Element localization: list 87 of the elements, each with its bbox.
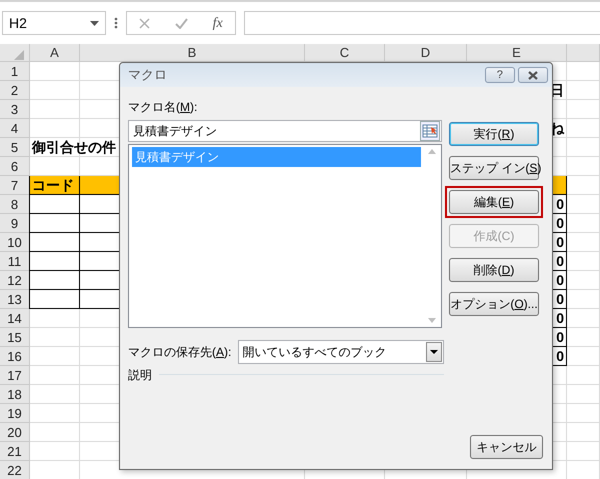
table-cell <box>567 328 600 347</box>
table-cell <box>567 366 600 385</box>
row-header[interactable]: 21 <box>0 442 30 461</box>
row-header[interactable]: 17 <box>0 366 30 385</box>
cell-text: 0 <box>556 309 564 328</box>
close-button[interactable] <box>518 67 548 83</box>
location-select[interactable]: 開いているすべてのブック <box>238 340 444 364</box>
cell-text: 0 <box>556 328 564 347</box>
row-header[interactable]: 13 <box>0 290 30 309</box>
row-header[interactable]: 7 <box>0 176 30 195</box>
row-header[interactable]: 8 <box>0 195 30 214</box>
dropdown-icon[interactable] <box>90 20 99 26</box>
column-header[interactable]: C <box>305 44 385 62</box>
column-header[interactable] <box>567 44 600 62</box>
row-header[interactable]: 10 <box>0 233 30 252</box>
cell-text: 0 <box>556 290 564 309</box>
table-cell <box>567 157 600 176</box>
table-cell <box>567 404 600 423</box>
row-header[interactable]: 2 <box>0 81 30 100</box>
dialog-button[interactable]: 編集(E) <box>449 190 539 214</box>
help-button[interactable]: ? <box>484 67 515 83</box>
function-button[interactable]: fx <box>212 12 223 34</box>
close-icon[interactable] <box>527 70 539 80</box>
table-cell <box>567 271 600 290</box>
row-header[interactable]: 22 <box>0 461 30 479</box>
row-header[interactable]: 1 <box>0 62 30 81</box>
select-all-icon[interactable] <box>14 50 24 60</box>
cell-text: 御引合せの件 <box>32 138 116 157</box>
table-cell <box>567 309 600 328</box>
cell-text: 0 <box>556 233 564 252</box>
column-header[interactable]: A <box>30 44 80 62</box>
row-header[interactable]: 15 <box>0 328 30 347</box>
section-label: 説明 <box>128 366 152 384</box>
row-header[interactable]: 20 <box>0 423 30 442</box>
table-cell <box>567 176 600 195</box>
table-cell <box>567 138 600 157</box>
table-cell <box>567 100 600 119</box>
check-icon[interactable] <box>174 18 188 28</box>
column-header[interactable]: E <box>467 44 567 62</box>
table-cell <box>567 62 600 81</box>
row-header[interactable]: 18 <box>0 385 30 404</box>
table-cell <box>567 442 600 461</box>
table-cell <box>567 347 600 366</box>
table-cell <box>567 423 600 442</box>
table-cell <box>567 233 600 252</box>
table-cell <box>567 290 600 309</box>
row-header[interactable]: 6 <box>0 157 30 176</box>
row-header[interactable]: 19 <box>0 404 30 423</box>
row-header[interactable]: 5 <box>0 138 30 157</box>
dialog-button[interactable]: オプション(O)... <box>449 292 539 316</box>
field-label: マクロの保存先(A): <box>128 344 232 360</box>
collapse-dialog-button[interactable] <box>420 120 440 140</box>
field-label: マクロ名(M): <box>128 99 198 116</box>
scroll-up-icon[interactable] <box>428 148 436 154</box>
dialog-button[interactable]: 削除(D) <box>449 258 539 282</box>
more-icon[interactable] <box>114 17 118 29</box>
column-header[interactable]: D <box>385 44 467 62</box>
formula-field[interactable] <box>244 11 600 35</box>
cell-text: 0 <box>556 252 564 271</box>
name-box[interactable]: H2 <box>2 11 106 35</box>
cell-text: コード <box>32 176 74 195</box>
table-cell <box>567 252 600 271</box>
cell-text: 0 <box>556 195 564 214</box>
cell-text: 0 <box>556 347 564 366</box>
row-header[interactable]: 11 <box>0 252 30 271</box>
name-box-value: H2 <box>9 14 27 32</box>
row-header[interactable]: 9 <box>0 214 30 233</box>
row-header[interactable]: 16 <box>0 347 30 366</box>
dropdown-icon[interactable] <box>430 350 438 354</box>
row-header[interactable]: 14 <box>0 309 30 328</box>
select-value: 開いているすべてのブック <box>242 344 388 360</box>
column-header[interactable]: B <box>80 44 305 62</box>
cancel-button[interactable]: キャンセル <box>470 435 543 459</box>
row-header[interactable]: 4 <box>0 119 30 138</box>
table-cell <box>567 195 600 214</box>
window-title: マクロ <box>128 66 167 84</box>
table-cell <box>567 385 600 404</box>
cell-text: 0 <box>556 214 564 233</box>
field-value: 見積書デザイン <box>133 122 218 140</box>
scroll-down-icon[interactable] <box>428 318 436 322</box>
row-header[interactable]: 12 <box>0 271 30 290</box>
dialog-button[interactable]: ステップ イン(S) <box>449 156 539 180</box>
row-header[interactable]: 3 <box>0 100 30 119</box>
table-cell <box>567 214 600 233</box>
cell-text: 0 <box>556 271 564 290</box>
macro-name-field[interactable]: 見積書デザイン <box>128 120 442 142</box>
dialog-button[interactable]: 実行(R) <box>449 122 539 146</box>
